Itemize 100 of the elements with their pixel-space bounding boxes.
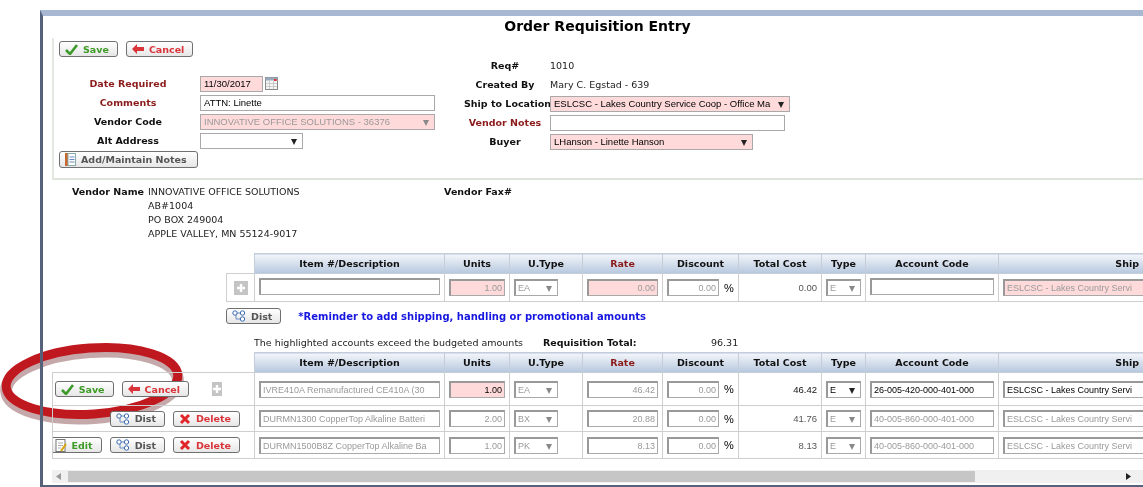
column-header: U.Type	[509, 352, 583, 373]
column-header: Discount	[662, 253, 739, 274]
column-header: Total Cost	[738, 253, 822, 274]
dropdown[interactable]: LHanson - Linette Hanson	[550, 133, 753, 150]
input-field[interactable]: 0.00	[667, 380, 719, 398]
column-header: Rate	[582, 253, 663, 274]
delete-button[interactable]: Delete	[173, 410, 240, 427]
total-cost: 8.13	[797, 439, 817, 451]
input-field[interactable]: ESLCSC - Lakes Country Servi	[1003, 436, 1143, 454]
vendor-address-line: AB#1004	[148, 199, 195, 213]
field-label: Comments	[98, 97, 158, 108]
input-field[interactable]: 0.00	[667, 436, 719, 454]
input-field[interactable]: 2.00	[449, 410, 505, 427]
scroll-right-icon[interactable]	[1126, 473, 1131, 480]
input-field[interactable]: 1.00	[449, 279, 505, 296]
check-icon	[60, 383, 74, 395]
column-header: Type	[821, 352, 866, 373]
text-field[interactable]	[550, 114, 785, 131]
column-header: Units	[444, 253, 510, 274]
dist-button[interactable]: Dist	[226, 308, 282, 324]
scrollbar-thumb[interactable]	[68, 471, 975, 482]
field-label: Created By	[474, 79, 536, 90]
plus-icon	[235, 282, 246, 293]
total-label: Requisition Total:	[543, 336, 638, 348]
dropdown[interactable]	[200, 132, 303, 149]
plus-icon	[212, 384, 222, 394]
total-value: 96.31	[711, 336, 739, 348]
vendor-address-line: PO BOX 249004	[148, 213, 225, 227]
column-header: Account Code	[865, 253, 999, 274]
input-field[interactable]: 1.00	[449, 380, 505, 398]
text-field[interactable]: ATTN: Linette	[200, 94, 435, 111]
dropdown[interactable]: E	[826, 279, 861, 296]
save-button[interactable]: Save	[54, 381, 114, 397]
vendor-name-label: Vendor Name	[72, 185, 145, 199]
add-button[interactable]	[233, 280, 248, 295]
page-title: Order Requisition Entry	[503, 17, 692, 36]
percent-sign: %	[724, 412, 734, 425]
dropdown[interactable]: EA	[514, 279, 558, 296]
reminder-text: *Reminder to add shipping, handling or promotional amounts	[298, 310, 646, 322]
column-header: Item #/Description	[254, 352, 445, 373]
column-header: Discount	[662, 352, 739, 373]
input-field[interactable]: DURMN1300 CopperTop Alkaline Batteri	[259, 410, 440, 427]
percent-sign: %	[724, 281, 734, 294]
dropdown[interactable]: E	[826, 380, 861, 398]
input-field[interactable]: 0.00	[667, 410, 719, 427]
edit-button[interactable]: Edit	[53, 437, 102, 453]
dropdown[interactable]: E	[826, 410, 861, 427]
save-button[interactable]: Save	[59, 41, 118, 57]
nodes-icon	[115, 439, 130, 451]
input-field[interactable]: ESLCSC - Lakes Country Servi	[1003, 279, 1143, 296]
field-value: 1010	[550, 60, 575, 71]
input-field[interactable]: 40-005-860-000-401-000	[870, 436, 994, 454]
input-field[interactable]: 40-005-860-000-401-000	[870, 410, 994, 427]
total-cost: 41.76	[792, 413, 817, 424]
column-header: Total Cost	[738, 352, 822, 373]
notes-button[interactable]: Add/Maintain Notes	[59, 151, 198, 168]
input-field[interactable]	[870, 278, 994, 295]
dropdown[interactable]: BX	[514, 410, 558, 427]
percent-sign: %	[724, 439, 734, 451]
input-field[interactable]: 1.00	[449, 436, 505, 454]
field-label: Vendor Notes	[467, 117, 543, 128]
input-field[interactable]: 20.88	[587, 410, 658, 427]
dist-button[interactable]: Dist	[109, 437, 165, 453]
nodes-icon	[115, 412, 130, 425]
cancel-button[interactable]: Cancel	[121, 381, 189, 397]
input-field[interactable]: 0.00	[667, 279, 719, 296]
column-header: Type	[821, 253, 866, 274]
horizontal-scrollbar[interactable]	[52, 470, 1143, 483]
input-field[interactable]: IVRE410A Remanufactured CE410A (30	[259, 380, 440, 398]
cancel-button[interactable]: Cancel	[125, 41, 194, 57]
dropdown[interactable]: EA	[514, 380, 558, 398]
calendar-icon[interactable]	[265, 77, 278, 90]
input-field[interactable]	[259, 278, 440, 295]
delete-button[interactable]: Delete	[173, 437, 240, 453]
percent-sign: %	[724, 383, 734, 395]
x-icon	[179, 412, 191, 425]
column-header: Ship	[998, 352, 1143, 373]
input-field[interactable]: 26-005-420-000-401-000	[870, 380, 994, 398]
scroll-left-icon[interactable]	[56, 473, 61, 480]
nodes-icon	[232, 310, 246, 322]
date-field[interactable]: 11/30/2017	[200, 75, 263, 92]
input-field[interactable]: ESLCSC - Lakes Country Servi	[1003, 380, 1143, 398]
input-field[interactable]: ESLCSC - Lakes Country Servi	[1003, 410, 1143, 427]
dropdown[interactable]: PK	[514, 436, 558, 454]
input-field[interactable]: 46.42	[587, 380, 658, 398]
x-icon	[179, 439, 191, 451]
dropdown[interactable]: E	[826, 436, 861, 454]
input-field[interactable]: DURMN1500B8Z CopperTop Alkaline Ba	[259, 436, 440, 454]
column-header: Ship	[998, 253, 1143, 274]
input-field[interactable]: 0.00	[587, 279, 658, 296]
vendor-address-line: APPLE VALLEY, MN 55124-9017	[148, 227, 299, 241]
notebook-icon	[65, 153, 76, 166]
dropdown[interactable]: ESLCSC - Lakes Country Service Coop - Office Ma	[550, 95, 790, 112]
dist-button[interactable]: Dist	[109, 410, 165, 427]
input-field[interactable]: 8.13	[587, 436, 658, 454]
column-header: Units	[444, 352, 510, 373]
add-button[interactable]	[212, 382, 222, 396]
field-label: Buyer	[488, 136, 522, 147]
budget-note: The highlighted accounts exceed the budgeted amounts	[254, 336, 525, 348]
notepad-icon	[54, 438, 67, 452]
